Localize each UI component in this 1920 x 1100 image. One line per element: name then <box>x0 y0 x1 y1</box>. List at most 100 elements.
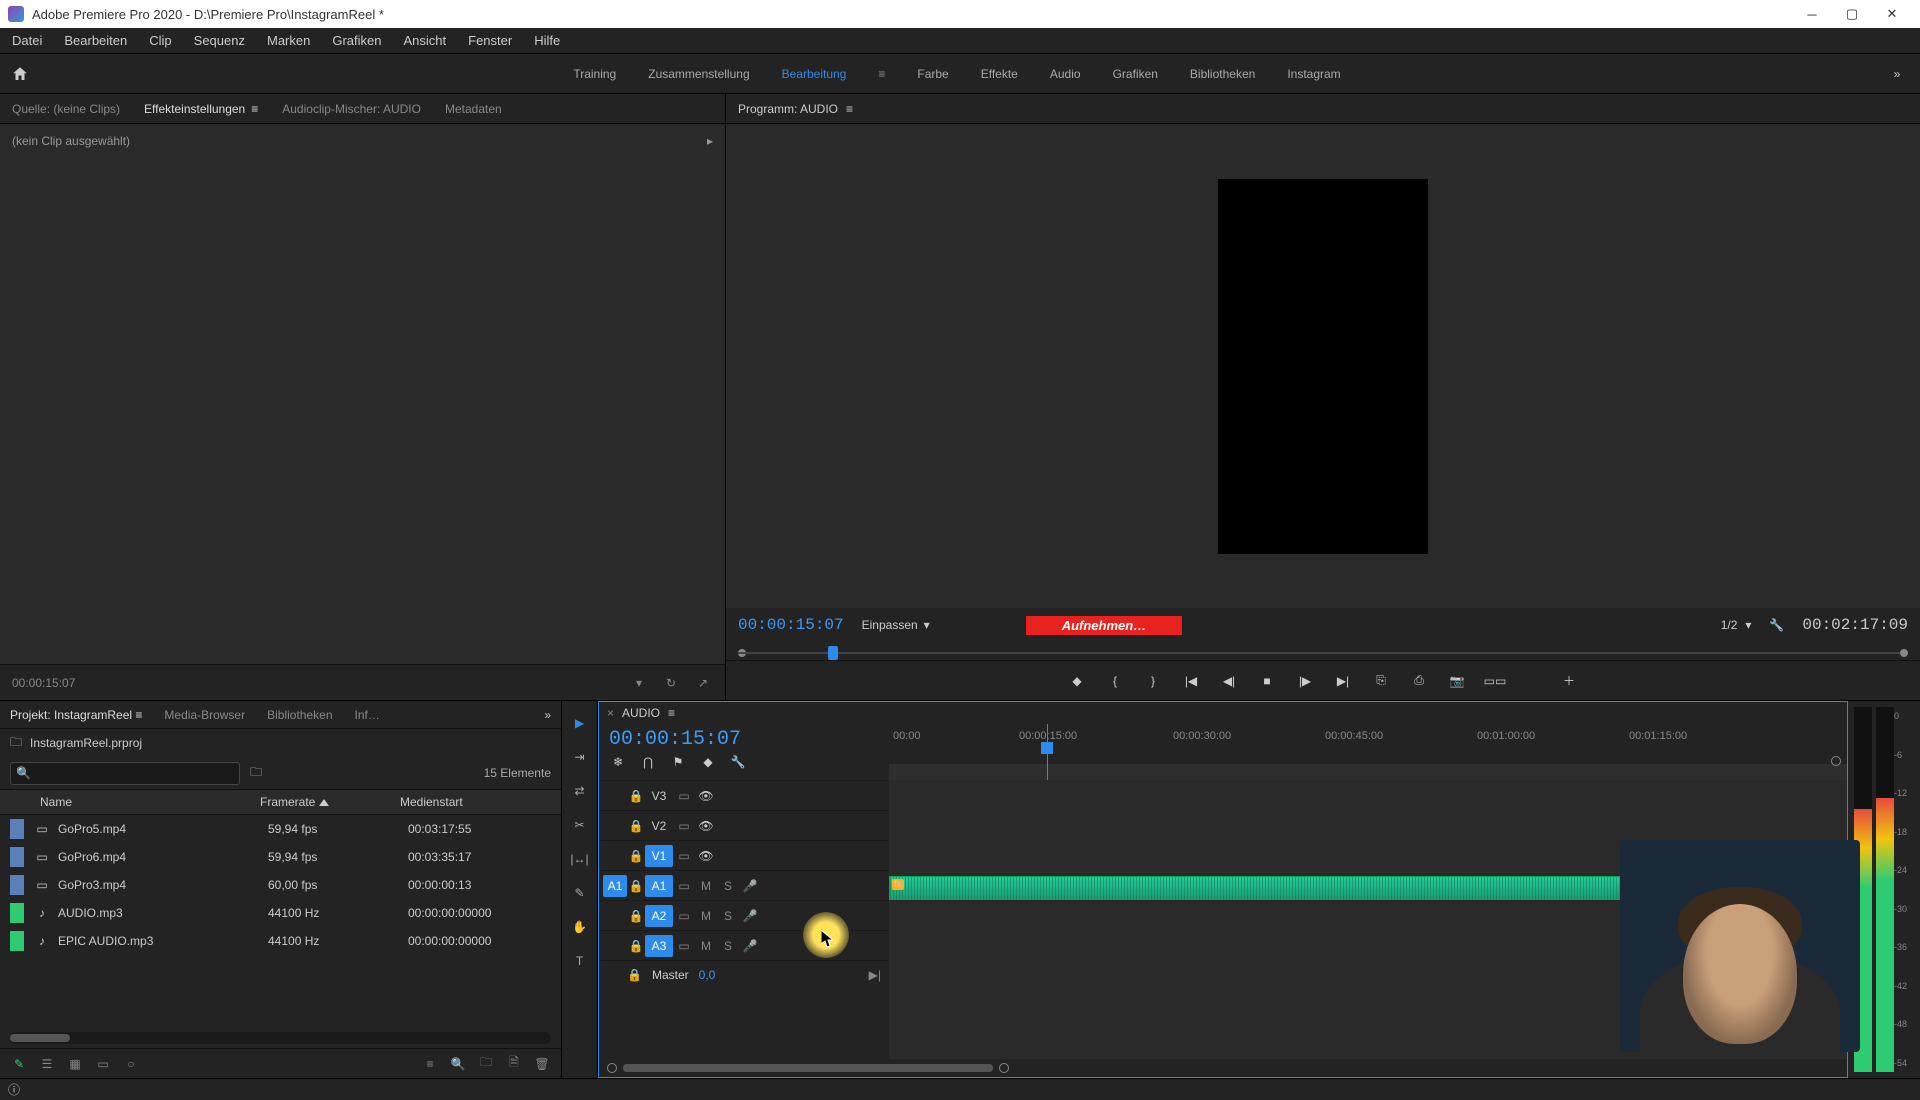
workspace-zusammenstellung[interactable]: Zusammenstellung <box>648 67 749 81</box>
menu-ansicht[interactable]: Ansicht <box>399 31 450 50</box>
project-tabs-overflow[interactable]: » <box>544 708 551 722</box>
mark-in-button[interactable]: { <box>1104 670 1126 692</box>
close-button[interactable]: ✕ <box>1872 0 1912 28</box>
menu-sequenz[interactable]: Sequenz <box>190 31 249 50</box>
menu-hilfe[interactable]: Hilfe <box>530 31 564 50</box>
workspace-instagram[interactable]: Instagram <box>1287 67 1340 81</box>
track-a2[interactable]: 🔒 A2 ▭ M S 🎤 <box>599 900 889 930</box>
wrench-icon[interactable]: 🔧 <box>1769 618 1784 632</box>
menu-clip[interactable]: Clip <box>145 31 175 50</box>
automate-icon[interactable]: ≡ <box>421 1057 439 1071</box>
slip-tool[interactable]: |↔| <box>568 847 592 871</box>
timeline-ruler[interactable]: 00:00 00:00:15:00 00:00:30:00 00:00:45:0… <box>889 724 1847 780</box>
master-output-icon[interactable]: ▶| <box>869 968 889 982</box>
maximize-button[interactable]: ▢ <box>1832 0 1872 28</box>
voiceover-record-icon[interactable]: 🎤 <box>739 879 761 893</box>
workspace-overflow-icon[interactable]: » <box>1882 67 1912 81</box>
zoom-in-handle[interactable] <box>999 1063 1009 1073</box>
hand-tool[interactable]: ✋ <box>568 915 592 939</box>
project-row[interactable]: ♪ AUDIO.mp3 44100 Hz 00:00:00:00000 <box>0 899 561 927</box>
new-bin-icon[interactable]: 🗀 <box>250 763 262 784</box>
project-row[interactable]: ▭ GoPro3.mp4 60,00 fps 00:00:00:13 <box>0 871 561 899</box>
marker-icon[interactable]: ◆ <box>699 755 717 769</box>
tab-metadaten[interactable]: Metadaten <box>445 102 502 116</box>
col-name[interactable]: Name <box>10 795 260 809</box>
col-framerate[interactable]: Framerate <box>260 795 400 809</box>
mark-out-button[interactable]: } <box>1142 670 1164 692</box>
pen-icon[interactable]: ✎ <box>10 1057 28 1071</box>
step-forward-button[interactable]: |▶ <box>1294 670 1316 692</box>
tab-effekteinstellungen[interactable]: Effekteinstellungen ≡ <box>144 102 258 116</box>
zoom-handle-right[interactable] <box>1900 649 1908 657</box>
home-icon[interactable] <box>8 62 32 86</box>
freeform-view-icon[interactable]: ▭ <box>94 1057 112 1071</box>
source-patch-a1[interactable]: A1 <box>603 875 627 897</box>
track-select-tool[interactable]: ⇥ <box>568 745 592 769</box>
tab-inf[interactable]: Inf… <box>355 708 380 722</box>
timeline-zoom-bar[interactable] <box>599 1059 1847 1077</box>
menu-grafiken[interactable]: Grafiken <box>328 31 385 50</box>
workspace-bearbeitung[interactable]: Bearbeitung <box>782 67 847 81</box>
fit-dropdown[interactable]: Einpassen▾ <box>862 618 930 632</box>
project-list[interactable]: ▭ GoPro5.mp4 59,94 fps 00:03:17:55 ▭ GoP… <box>0 815 561 1032</box>
goto-out-button[interactable]: ▶| <box>1332 670 1354 692</box>
lift-button[interactable]: ⎘ <box>1370 670 1392 692</box>
filter-icon[interactable]: ▾ <box>629 676 649 690</box>
workspace-audio[interactable]: Audio <box>1050 67 1081 81</box>
master-track[interactable]: 🔒 Master 0,0 ▶| <box>599 960 889 988</box>
workspace-menu-icon[interactable]: ≡ <box>878 67 885 81</box>
program-ruler[interactable] <box>726 642 1920 660</box>
tab-media-browser[interactable]: Media-Browser <box>164 708 245 722</box>
add-marker-button[interactable]: ◆ <box>1066 670 1088 692</box>
loop-icon[interactable]: ↻ <box>661 676 681 690</box>
stop-button[interactable]: ■ <box>1256 670 1278 692</box>
find-icon[interactable]: 🔍 <box>449 1057 467 1071</box>
menu-bearbeiten[interactable]: Bearbeiten <box>60 31 131 50</box>
program-timecode-left[interactable]: 00:00:15:07 <box>738 616 844 634</box>
lock-icon[interactable]: 🔒 <box>627 789 645 803</box>
tab-quelle[interactable]: Quelle: (keine Clips) <box>12 102 120 116</box>
menu-marken[interactable]: Marken <box>263 31 314 50</box>
trash-button[interactable]: 🗑 <box>533 1057 551 1071</box>
project-row[interactable]: ♪ EPIC AUDIO.mp3 44100 Hz 00:00:00:00000 <box>0 927 561 955</box>
tab-audioclip-mischer[interactable]: Audioclip-Mischer: AUDIO <box>282 102 421 116</box>
minimize-button[interactable]: ─ <box>1792 0 1832 28</box>
sync-lock-icon[interactable]: ▭ <box>673 789 695 803</box>
workspace-training[interactable]: Training <box>573 67 616 81</box>
workspace-effekte[interactable]: Effekte <box>981 67 1018 81</box>
zoom-slider-icon[interactable]: ○ <box>122 1057 140 1071</box>
type-tool[interactable]: T <box>568 949 592 973</box>
col-medienstart[interactable]: Medienstart <box>400 795 551 809</box>
new-item-button[interactable]: 🗎 <box>505 1053 523 1074</box>
timeline-tab-menu-icon[interactable]: ≡ <box>668 706 675 720</box>
playhead-handle[interactable] <box>828 646 838 660</box>
zoom-out-handle[interactable] <box>607 1063 617 1073</box>
solo-button[interactable]: S <box>717 879 739 893</box>
razor-tool[interactable]: ✂ <box>568 813 592 837</box>
timeline-timecode[interactable]: 00:00:15:07 <box>609 728 879 751</box>
scale-dropdown[interactable]: 1/2▾ <box>1721 618 1752 632</box>
track-v1[interactable]: 🔒 V1 ▭ 👁 <box>599 840 889 870</box>
list-view-icon[interactable]: ☰ <box>38 1057 56 1071</box>
track-a1[interactable]: A1 🔒 A1 ▭ M S 🎤 <box>599 870 889 900</box>
timeline-tab[interactable]: AUDIO <box>622 706 660 720</box>
ripple-edit-tool[interactable]: ⇄ <box>568 779 592 803</box>
workspace-bibliotheken[interactable]: Bibliotheken <box>1190 67 1255 81</box>
project-scrollbar[interactable] <box>10 1032 551 1044</box>
selection-tool[interactable]: ▶ <box>568 711 592 735</box>
tab-projekt[interactable]: Projekt: InstagramReel ≡ <box>10 708 142 722</box>
mute-button[interactable]: M <box>695 879 717 893</box>
workspace-farbe[interactable]: Farbe <box>917 67 948 81</box>
settings-icon[interactable]: 🔧 <box>729 755 747 769</box>
linked-selection-icon[interactable]: ⋂ <box>639 755 657 769</box>
panel-expand-icon[interactable]: ▸ <box>707 134 713 148</box>
icon-view-icon[interactable]: ▦ <box>66 1057 84 1071</box>
new-bin-button[interactable]: 🗀 <box>477 1053 495 1074</box>
snap-icon[interactable]: ❄ <box>609 755 627 769</box>
visibility-icon[interactable]: 👁 <box>695 789 717 803</box>
timeline-playhead-cap[interactable] <box>1041 742 1053 754</box>
track-a3[interactable]: 🔒 A3 ▭ M S 🎤 <box>599 930 889 960</box>
extract-button[interactable]: ⎙ <box>1408 670 1430 692</box>
project-search-input[interactable] <box>10 762 240 785</box>
project-row[interactable]: ▭ GoPro5.mp4 59,94 fps 00:03:17:55 <box>0 815 561 843</box>
